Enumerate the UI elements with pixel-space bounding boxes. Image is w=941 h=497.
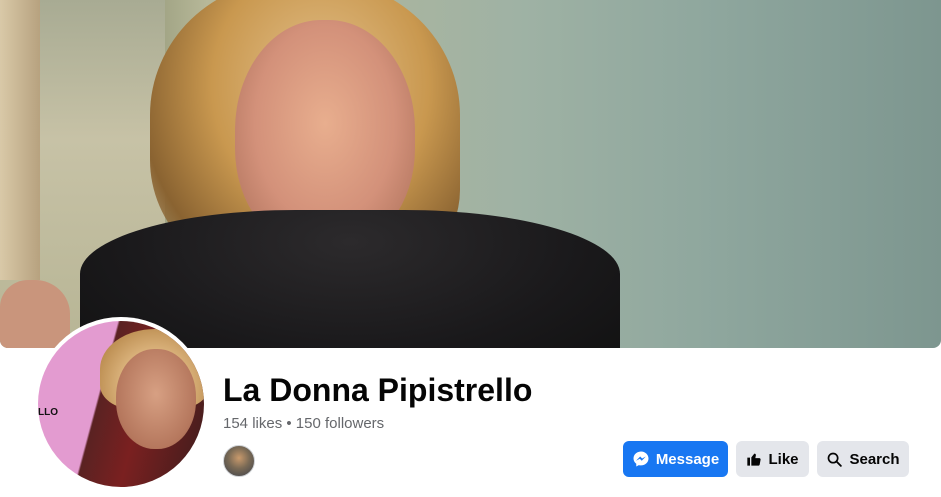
cover-door-frame [0,0,40,280]
cover-hand [0,280,70,348]
cover-photo[interactable] [0,0,941,348]
message-button-label: Message [655,450,720,468]
thumbs-up-icon [747,453,762,466]
page-stats[interactable]: 154 likes • 150 followers [223,415,384,432]
profile-face [116,349,196,449]
follower-avatar[interactable] [223,445,255,477]
message-button[interactable]: Message [623,441,728,477]
search-icon [828,452,843,467]
search-button[interactable]: Search [817,441,909,477]
profile-picture-text: LLO [38,407,58,418]
messenger-icon [633,451,649,467]
search-button-label: Search [849,450,900,468]
profile-picture-image: LLO [38,321,204,487]
page-title: La Donna Pipistrello [223,372,533,408]
like-button-label: Like [768,450,799,468]
profile-picture[interactable]: LLO [34,317,208,491]
like-button[interactable]: Like [736,441,809,477]
